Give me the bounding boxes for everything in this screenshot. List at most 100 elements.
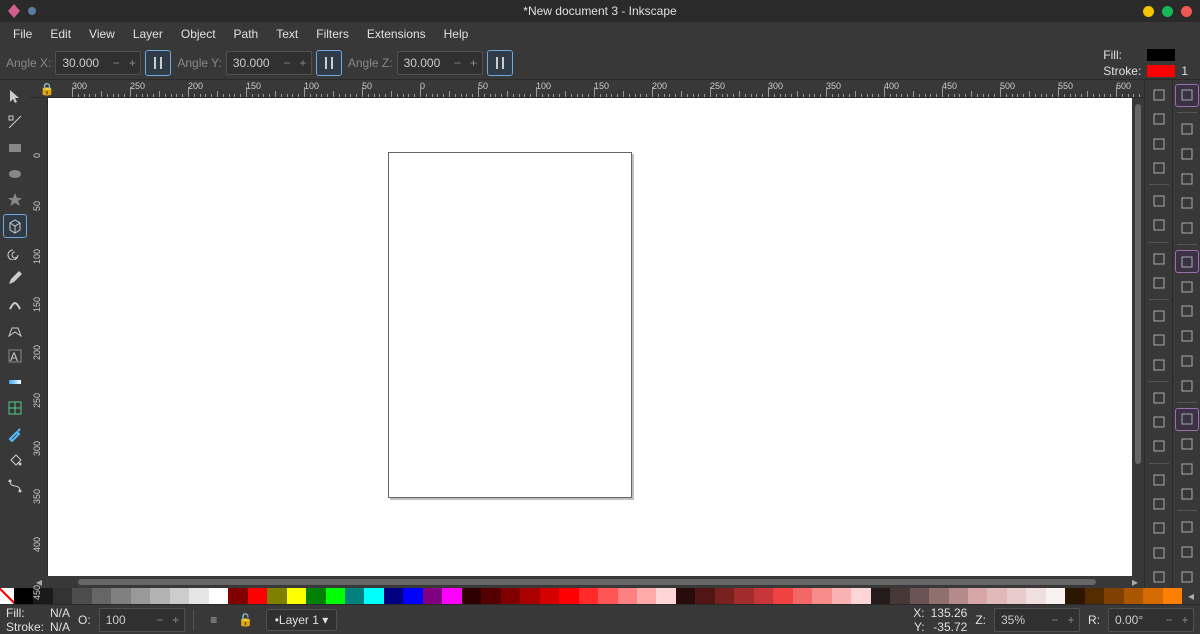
horizontal-scrollbar[interactable]: ◂ ▸ bbox=[30, 576, 1144, 588]
snap-mid-icon[interactable] bbox=[1175, 192, 1199, 215]
snap-edge-icon[interactable] bbox=[1175, 143, 1199, 166]
palette-swatch[interactable] bbox=[851, 588, 870, 604]
palette-swatch[interactable] bbox=[384, 588, 403, 604]
palette-swatch[interactable] bbox=[910, 588, 929, 604]
menu-text[interactable]: Text bbox=[267, 24, 307, 44]
anglex-minus[interactable]: − bbox=[108, 56, 124, 70]
vertical-ruler[interactable]: 050100150200250300350400450 bbox=[30, 98, 48, 576]
snap-path-icon[interactable] bbox=[1175, 275, 1199, 298]
palette-swatch[interactable] bbox=[715, 588, 734, 604]
palette-swatch[interactable] bbox=[949, 588, 968, 604]
palette-swatch[interactable] bbox=[72, 588, 91, 604]
snap-smooth-icon[interactable] bbox=[1175, 349, 1199, 372]
palette-swatch[interactable] bbox=[1085, 588, 1104, 604]
gradient-tool[interactable] bbox=[3, 370, 27, 394]
3dbox-tool[interactable] bbox=[3, 214, 27, 238]
menu-path[interactable]: Path bbox=[225, 24, 268, 44]
spiral-tool[interactable] bbox=[3, 240, 27, 264]
menu-filters[interactable]: Filters bbox=[307, 24, 358, 44]
menu-object[interactable]: Object bbox=[172, 24, 225, 44]
unlink-icon[interactable] bbox=[1147, 517, 1171, 539]
print-icon[interactable] bbox=[1147, 157, 1171, 179]
palette-swatch[interactable] bbox=[1046, 588, 1065, 604]
palette-swatch[interactable] bbox=[793, 588, 812, 604]
anglez-minus[interactable]: − bbox=[450, 56, 466, 70]
palette-swatch[interactable] bbox=[656, 588, 675, 604]
palette-swatch[interactable] bbox=[1065, 588, 1084, 604]
palette-swatch[interactable] bbox=[92, 588, 111, 604]
palette-swatch[interactable] bbox=[1026, 588, 1045, 604]
palette-swatch[interactable] bbox=[968, 588, 987, 604]
stroke-swatch[interactable] bbox=[1147, 65, 1175, 77]
palette-swatch[interactable] bbox=[150, 588, 169, 604]
status-fill-value[interactable]: N/A bbox=[50, 606, 70, 620]
zoom-input[interactable]: −+ bbox=[994, 608, 1080, 632]
opacity-input[interactable]: −+ bbox=[99, 608, 185, 632]
anglez-input[interactable]: − + bbox=[397, 51, 483, 75]
snap-rot-icon[interactable] bbox=[1175, 457, 1199, 480]
ruler-lock-icon[interactable]: 🔒 bbox=[30, 80, 64, 97]
dropper-tool[interactable] bbox=[3, 422, 27, 446]
vertical-scrollbar[interactable] bbox=[1132, 98, 1144, 576]
export-icon[interactable] bbox=[1147, 214, 1171, 236]
palette-swatch[interactable] bbox=[501, 588, 520, 604]
palette-swatch[interactable] bbox=[540, 588, 559, 604]
palette-swatch[interactable] bbox=[1007, 588, 1026, 604]
palette-swatch[interactable] bbox=[53, 588, 72, 604]
snap-enable-icon[interactable] bbox=[1175, 84, 1199, 107]
copy-icon[interactable] bbox=[1147, 305, 1171, 327]
palette-swatch[interactable] bbox=[209, 588, 228, 604]
angley-input[interactable]: − + bbox=[226, 51, 312, 75]
anglex-input[interactable]: − + bbox=[55, 51, 141, 75]
palette-swatch[interactable] bbox=[228, 588, 247, 604]
rectangle-tool[interactable] bbox=[3, 136, 27, 160]
vpy-toggle[interactable] bbox=[316, 50, 342, 76]
palette-swatch[interactable] bbox=[871, 588, 890, 604]
palette-swatch[interactable] bbox=[14, 588, 33, 604]
selector-tool[interactable] bbox=[3, 84, 27, 108]
palette-swatch[interactable] bbox=[598, 588, 617, 604]
palette-swatch[interactable] bbox=[559, 588, 578, 604]
palette-swatch[interactable] bbox=[773, 588, 792, 604]
hscroll-right[interactable]: ▸ bbox=[1126, 575, 1144, 589]
palette-menu-icon[interactable]: ◂ bbox=[1182, 588, 1200, 604]
maximize-button[interactable] bbox=[1162, 6, 1173, 17]
palette-swatch[interactable] bbox=[1124, 588, 1143, 604]
menu-layer[interactable]: Layer bbox=[124, 24, 172, 44]
snap-page-icon[interactable] bbox=[1175, 516, 1199, 539]
horizontal-ruler[interactable]: 🔒 30025020015010050050100150200250300350… bbox=[30, 80, 1144, 98]
circle-tool[interactable] bbox=[3, 162, 27, 186]
snap-other-icon[interactable] bbox=[1175, 408, 1199, 431]
palette-swatch[interactable] bbox=[326, 588, 345, 604]
palette-swatch[interactable] bbox=[520, 588, 539, 604]
layer-lock-icon[interactable]: 🔓 bbox=[234, 608, 258, 632]
layer-selector[interactable]: •Layer 1 ▾ bbox=[266, 609, 338, 631]
save-icon[interactable] bbox=[1147, 133, 1171, 155]
palette-swatch[interactable] bbox=[131, 588, 150, 604]
menu-view[interactable]: View bbox=[80, 24, 124, 44]
snap-obj-icon[interactable] bbox=[1175, 433, 1199, 456]
menu-help[interactable]: Help bbox=[435, 24, 478, 44]
palette-swatch[interactable] bbox=[248, 588, 267, 604]
palette-swatch[interactable] bbox=[1104, 588, 1123, 604]
zoom-page-icon[interactable] bbox=[1147, 435, 1171, 457]
paintbucket-tool[interactable] bbox=[3, 448, 27, 472]
duplicate-icon[interactable] bbox=[1147, 469, 1171, 491]
snap-corner-icon[interactable] bbox=[1175, 167, 1199, 190]
open-icon[interactable] bbox=[1147, 108, 1171, 130]
palette-swatch[interactable] bbox=[987, 588, 1006, 604]
layer-visibility-icon[interactable]: ≡ bbox=[202, 608, 226, 632]
palette-swatch[interactable] bbox=[403, 588, 422, 604]
palette-swatch[interactable] bbox=[267, 588, 286, 604]
palette-none[interactable] bbox=[0, 588, 14, 604]
pencil-tool[interactable] bbox=[3, 266, 27, 290]
fill-swatch[interactable] bbox=[1147, 49, 1175, 61]
palette-swatch[interactable] bbox=[189, 588, 208, 604]
menu-file[interactable]: File bbox=[4, 24, 41, 44]
undo-icon[interactable] bbox=[1147, 248, 1171, 270]
palette-swatch[interactable] bbox=[442, 588, 461, 604]
palette-swatch[interactable] bbox=[345, 588, 364, 604]
palette-swatch[interactable] bbox=[832, 588, 851, 604]
menu-edit[interactable]: Edit bbox=[41, 24, 80, 44]
cut-icon[interactable] bbox=[1147, 329, 1171, 351]
